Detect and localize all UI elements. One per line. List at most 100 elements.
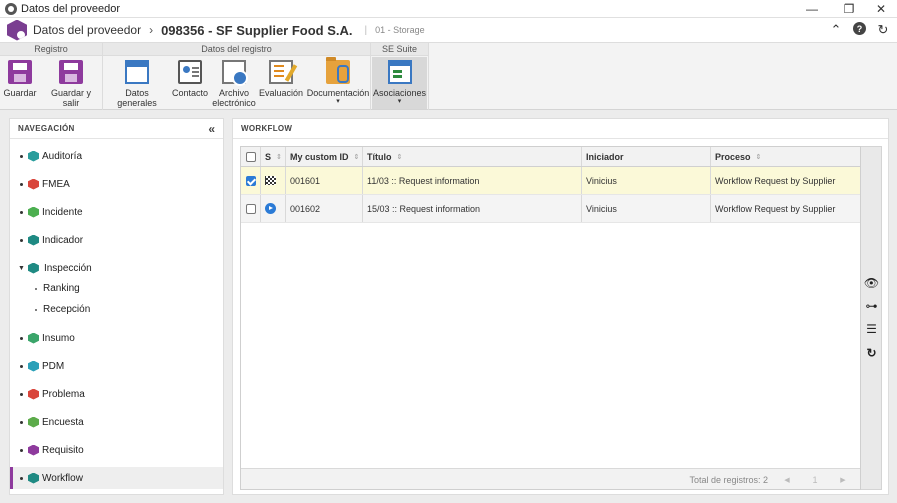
documentacion-label: Documentación — [306, 88, 370, 98]
row-checkbox[interactable] — [246, 175, 256, 186]
workflow-grid: S ⇕ My custom ID ⇕ Título ⇕ Iniciador Pr… — [240, 146, 861, 490]
grid-header: S ⇕ My custom ID ⇕ Título ⇕ Iniciador Pr… — [241, 147, 860, 167]
hierarchy-icon[interactable]: ⊶ — [864, 298, 879, 313]
guardar-salir-label: Guardar y salir — [50, 88, 92, 108]
bullet-icon — [35, 308, 37, 311]
evaluacion-button[interactable]: Evaluación — [259, 57, 303, 109]
contact-card-icon — [178, 60, 202, 84]
row-checkbox[interactable] — [246, 203, 256, 214]
workflow-icon — [28, 472, 39, 484]
page-title: 098356 - SF Supplier Food S.A. — [161, 22, 353, 38]
bullet-icon — [20, 364, 23, 368]
save-exit-icon — [59, 60, 83, 84]
bullet-icon — [20, 448, 23, 452]
page-subtitle: 01 - Storage — [375, 25, 425, 35]
column-header-iniciador[interactable]: Iniciador — [582, 147, 711, 166]
asociaciones-button[interactable]: Asociaciones ▾ — [372, 57, 427, 109]
bullet-icon — [20, 420, 23, 424]
table-row[interactable]: 001601 11/03 :: Request information Vini… — [241, 167, 860, 195]
view-icon[interactable]: 👁 — [864, 275, 879, 290]
column-header-label: Proceso — [715, 151, 751, 162]
sort-icon: ⇕ — [396, 153, 403, 161]
encuesta-icon — [28, 416, 39, 428]
general-data-icon — [125, 60, 149, 84]
documentacion-button[interactable]: Documentación ▾ — [307, 57, 369, 109]
collapse-panel-icon[interactable]: « — [208, 122, 215, 136]
minimize-button[interactable]: — — [797, 0, 827, 18]
next-page-button[interactable]: ▶ — [831, 473, 855, 486]
fmea-icon — [28, 178, 39, 190]
help-icon[interactable]: ? — [853, 22, 866, 35]
bullet-icon — [20, 182, 23, 186]
nav-item-encuesta[interactable]: Encuesta — [10, 411, 223, 433]
table-row[interactable]: 001602 15/03 :: Request information Vini… — [241, 195, 860, 223]
nav-item-auditoria[interactable]: Auditoría — [10, 145, 223, 167]
page-number[interactable]: 1 — [803, 473, 827, 486]
incidente-icon — [28, 206, 39, 218]
nav-item-workflow[interactable]: Workflow — [10, 467, 223, 489]
asociaciones-dropdown-icon: ▾ — [397, 98, 402, 105]
evaluation-icon — [269, 60, 293, 84]
nav-item-incidente[interactable]: Incidente — [10, 201, 223, 223]
breadcrumb[interactable]: Datos del proveedor — [33, 23, 141, 37]
restore-button[interactable]: ❐ — [834, 0, 864, 18]
bullet-icon — [20, 154, 23, 158]
ribbon-group-datos-registro: Datos del registro Datos generales Conta… — [103, 43, 371, 110]
nav-item-problema[interactable]: Problema — [10, 383, 223, 405]
problema-icon — [28, 388, 39, 400]
grid-side-toolbar: 👁 ⊶ ☰ ↻ — [861, 146, 882, 490]
prev-page-button[interactable]: ◀ — [775, 473, 799, 486]
nav-subitem-ranking[interactable]: Ranking — [10, 278, 223, 299]
play-circle-icon — [265, 203, 276, 214]
refresh-icon[interactable]: ↻ — [875, 22, 891, 38]
column-header-proceso[interactable]: Proceso ⇕ — [711, 147, 860, 166]
indicador-icon — [28, 234, 39, 246]
nav-item-pdm[interactable]: PDM — [10, 355, 223, 377]
row-select-cell — [241, 167, 261, 194]
nav-item-requisito[interactable]: Requisito — [10, 439, 223, 461]
ribbon-group-title: Datos del registro — [103, 43, 370, 56]
sort-icon: ⇕ — [755, 153, 762, 161]
evaluacion-label: Evaluación — [258, 88, 304, 98]
nav-item-label: PDM — [42, 360, 65, 372]
column-header-label: Título — [367, 151, 392, 162]
contacto-label: Contacto — [171, 88, 209, 98]
column-header-titulo[interactable]: Título ⇕ — [363, 147, 582, 166]
collapse-header-icon[interactable]: ⌃ — [828, 22, 844, 38]
archivo-label-line2: electrónico — [212, 98, 256, 108]
column-header-custom-id[interactable]: My custom ID ⇕ — [286, 147, 363, 166]
guardar-button[interactable]: Guardar — [3, 57, 37, 109]
select-all-cell — [241, 147, 261, 166]
sort-icon: ⇕ — [276, 153, 282, 161]
contacto-button[interactable]: Contacto — [172, 57, 208, 109]
datos-generales-button[interactable]: Datos generales — [106, 57, 168, 109]
nav-item-label: Workflow — [42, 472, 83, 484]
nav-item-indicador[interactable]: Indicador — [10, 229, 223, 251]
select-all-checkbox[interactable] — [246, 151, 256, 162]
status-cell — [261, 167, 286, 194]
grid-footer: Total de registros: 2 ◀ 1 ▶ — [241, 468, 860, 489]
archivo-electronico-button[interactable]: Archivo electrónico — [212, 57, 256, 109]
titulo-cell: 15/03 :: Request information — [363, 195, 582, 222]
reload-icon[interactable]: ↻ — [864, 345, 879, 360]
bullet-icon — [20, 238, 23, 242]
bullet-icon — [20, 476, 23, 480]
guardar-y-salir-button[interactable]: Guardar y salir — [42, 57, 100, 109]
checkered-flag-icon — [265, 176, 276, 185]
nav-item-label: Incidente — [42, 206, 83, 218]
nav-subitem-label: Ranking — [43, 283, 80, 294]
column-header-label: My custom ID — [290, 151, 349, 162]
proceso-cell: Workflow Request by Supplier — [715, 175, 836, 186]
nav-item-label: Requisito — [42, 444, 84, 456]
expand-triangle-icon[interactable]: ▼ — [18, 265, 25, 272]
nav-item-inspeccion[interactable]: ▼ Inspección — [10, 257, 223, 279]
nav-item-fmea[interactable]: FMEA — [10, 173, 223, 195]
column-header-s[interactable]: S ⇕ — [261, 147, 286, 166]
requisito-icon — [28, 444, 39, 456]
nav-subitem-recepcion[interactable]: Recepción — [10, 299, 223, 320]
row-select-cell — [241, 195, 261, 222]
nav-item-insumo[interactable]: Insumo — [10, 327, 223, 349]
datos-generales-label: Datos generales — [117, 88, 157, 108]
close-button[interactable]: ✕ — [866, 0, 896, 18]
list-icon[interactable]: ☰ — [864, 321, 879, 336]
